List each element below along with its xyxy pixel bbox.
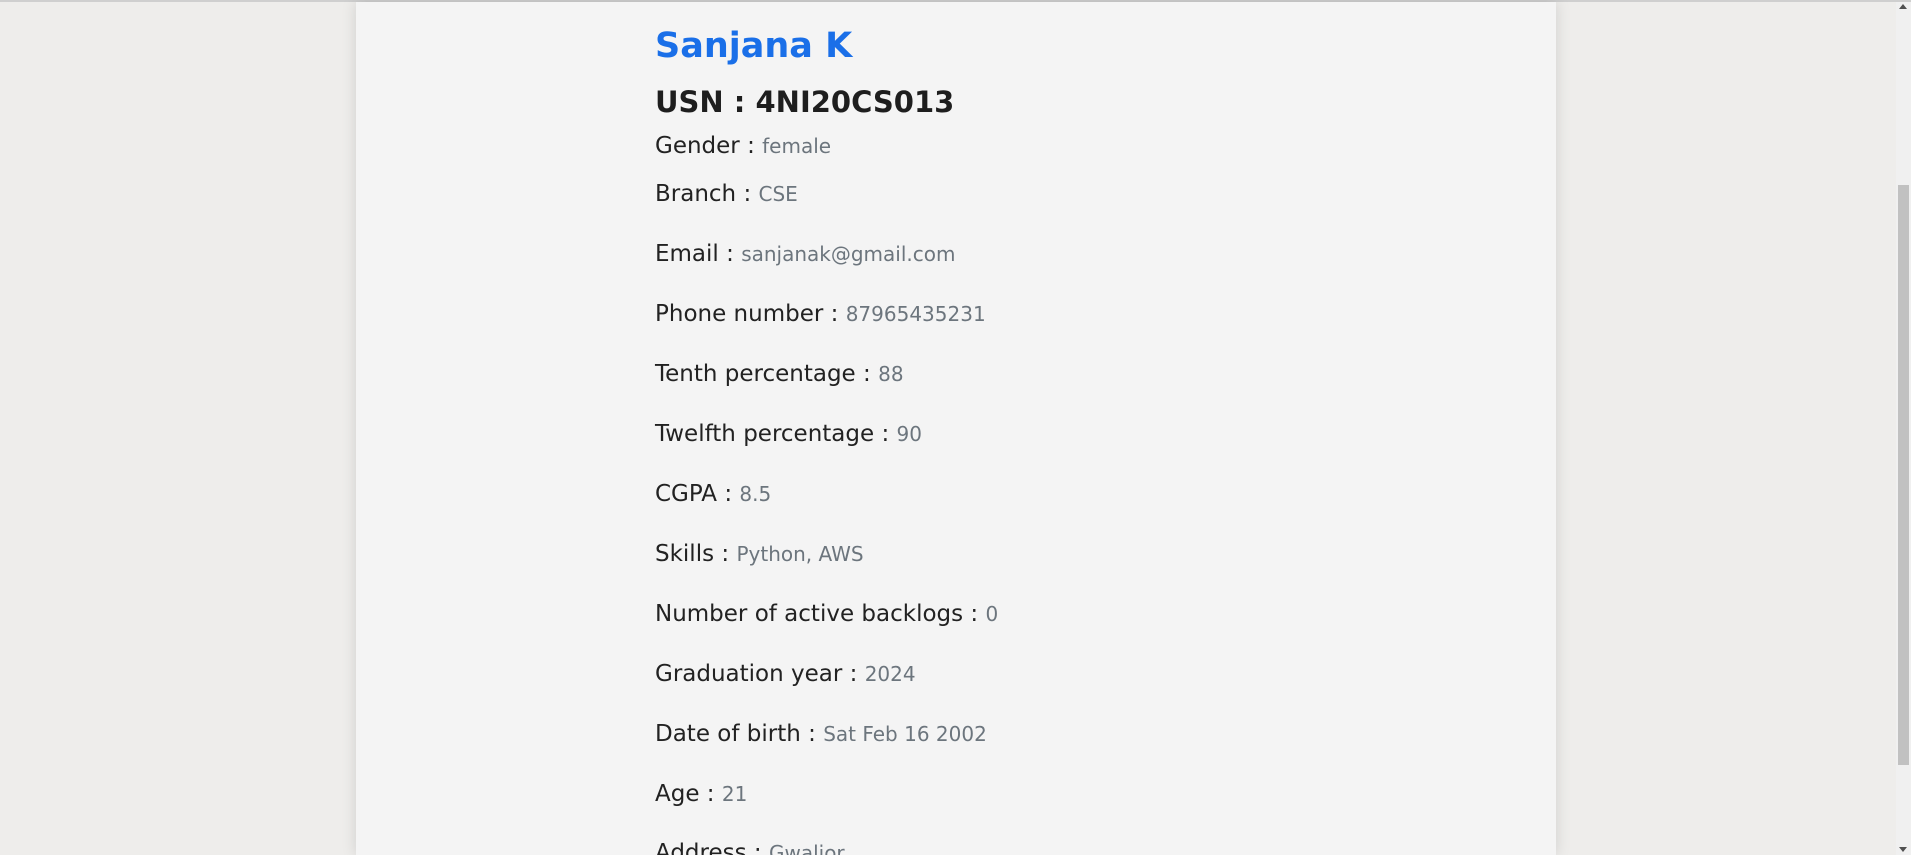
field-label: Twelfth percentage : bbox=[655, 421, 897, 447]
field-branch: Branch : CSE bbox=[655, 179, 798, 209]
scroll-down-arrow-icon[interactable] bbox=[1899, 847, 1907, 852]
field-value: Sat Feb 16 2002 bbox=[823, 722, 987, 746]
field-cgpa: CGPA : 8.5 bbox=[655, 479, 771, 509]
field-label: Branch : bbox=[655, 181, 759, 207]
field-value: Gwalior bbox=[768, 841, 845, 855]
field-label: Tenth percentage : bbox=[655, 361, 879, 387]
scroll-up-arrow-icon[interactable] bbox=[1899, 4, 1907, 9]
vertical-scrollbar[interactable] bbox=[1896, 2, 1911, 855]
scrollbar-thumb[interactable] bbox=[1898, 185, 1909, 765]
field-value: sanjanak@gmail.com bbox=[741, 242, 956, 266]
field-value: female bbox=[762, 134, 832, 158]
field-value: 0 bbox=[985, 602, 999, 626]
student-name: Sanjana K bbox=[655, 26, 853, 66]
field-value: Python, AWS bbox=[736, 542, 864, 566]
field-label: Phone number : bbox=[655, 301, 846, 327]
field-age: Age : 21 bbox=[655, 779, 747, 809]
field-label: Date of birth : bbox=[655, 721, 824, 747]
field-label: Email : bbox=[655, 241, 742, 267]
field-tenth-percentage: Tenth percentage : 88 bbox=[655, 359, 904, 389]
field-skills: Skills : Python, AWS bbox=[655, 539, 864, 569]
field-label: Gender : bbox=[655, 133, 763, 159]
field-value: CSE bbox=[758, 182, 798, 206]
field-gender: Gender : female bbox=[655, 131, 831, 161]
field-label: CGPA : bbox=[655, 481, 740, 507]
field-value: 90 bbox=[896, 422, 922, 446]
student-usn: USN : 4NI20CS013 bbox=[655, 85, 955, 119]
field-label: Number of active backlogs : bbox=[655, 601, 986, 627]
field-label: Graduation year : bbox=[655, 661, 865, 687]
field-email: Email : sanjanak@gmail.com bbox=[655, 239, 955, 269]
field-active-backlogs: Number of active backlogs : 0 bbox=[655, 599, 998, 629]
field-graduation-year: Graduation year : 2024 bbox=[655, 659, 916, 689]
field-address: Address : Gwalior bbox=[655, 838, 845, 855]
field-date-of-birth: Date of birth : Sat Feb 16 2002 bbox=[655, 719, 987, 749]
field-twelfth-percentage: Twelfth percentage : 90 bbox=[655, 419, 922, 449]
field-value: 88 bbox=[878, 362, 904, 386]
field-value: 8.5 bbox=[739, 482, 772, 506]
field-phone-number: Phone number : 87965435231 bbox=[655, 299, 986, 329]
field-value: 87965435231 bbox=[845, 302, 986, 326]
field-label: Address : bbox=[655, 840, 769, 855]
field-label: Age : bbox=[655, 781, 722, 807]
field-value: 2024 bbox=[864, 662, 916, 686]
field-label: Skills : bbox=[655, 541, 737, 567]
student-details-card: Sanjana K USN : 4NI20CS013 Gender : fema… bbox=[356, 2, 1556, 855]
field-value: 21 bbox=[721, 782, 748, 806]
